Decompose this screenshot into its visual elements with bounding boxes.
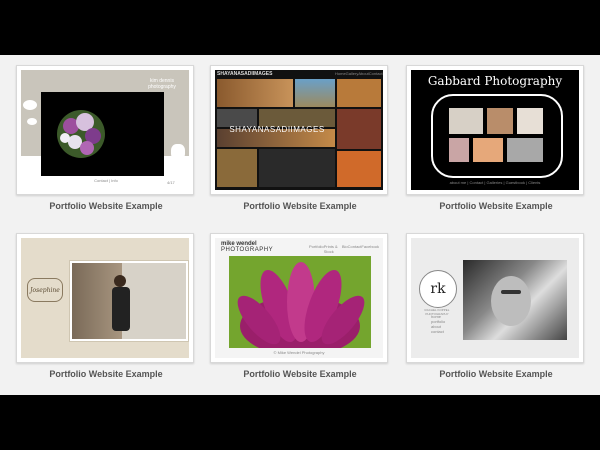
site-name: Josephine: [27, 278, 63, 302]
portfolio-caption[interactable]: Portfolio Website Example: [16, 369, 196, 379]
monogram: rk: [430, 281, 446, 297]
featured-photo: [229, 256, 371, 348]
nav-item[interactable]: Gallery: [346, 71, 359, 76]
photo-mosaic: SHAYANASADIIMAGES: [217, 79, 381, 187]
portfolio-thumbnail-4[interactable]: Josephine: [16, 233, 194, 363]
footer-text: © Mike Wendel Photography: [273, 350, 325, 355]
portfolio-thumbnail-5[interactable]: mike wendel PHOTOGRAPHY Portfolio Prints…: [210, 233, 388, 363]
side-menu: home portfolio about contact: [431, 314, 445, 334]
site-name: kim dennis photography: [148, 78, 176, 90]
portfolio-caption[interactable]: Portfolio Website Example: [406, 201, 586, 211]
site-name: mike wendel PHOTOGRAPHY: [221, 241, 274, 253]
nav-item[interactable]: Facebook: [361, 244, 379, 254]
portfolio-caption[interactable]: Portfolio Website Example: [406, 369, 586, 379]
portfolio-caption[interactable]: Portfolio Website Example: [210, 201, 390, 211]
portfolio-thumbnail-2[interactable]: SHAYANASADIIMAGES Home Gallery About Con…: [210, 65, 388, 195]
menu-item[interactable]: contact: [431, 329, 445, 334]
nav-item[interactable]: Prints & Stock: [324, 244, 342, 254]
overlay-title: SHAYANASADIIMAGES: [229, 125, 325, 134]
nav-item[interactable]: Home: [335, 71, 346, 76]
portfolio-caption[interactable]: Portfolio Website Example: [16, 201, 196, 211]
seal-logo: rk: [419, 270, 457, 308]
slideshow-image: [41, 92, 164, 176]
portfolio-thumbnail-6[interactable]: rk RACHEL KOPPEL PHOTOGRAPHY home portfo…: [406, 233, 584, 363]
gallery-panel: kim dennis photography Contact | Info 4/…: [0, 55, 600, 395]
portfolio-caption[interactable]: Portfolio Website Example: [210, 369, 390, 379]
nav-item[interactable]: Portfolio: [309, 244, 324, 254]
portfolio-thumbnail-3[interactable]: Gabbard Photography about me | Contact |…: [406, 65, 584, 195]
nav-item[interactable]: Contact: [369, 71, 383, 76]
featured-photo: [463, 260, 567, 340]
portfolio-thumbnail-1[interactable]: kim dennis photography Contact | Info 4/…: [16, 65, 194, 195]
site-name: Gabbard Photography: [427, 74, 563, 88]
site-name: SHAYANASADIIMAGES: [217, 71, 273, 77]
footer-links[interactable]: about me | Contact | Galleries | Guestbo…: [411, 180, 579, 185]
featured-photo: [69, 260, 189, 342]
nav-menu: Portfolio Prints & Stock Bio Contact Fac…: [309, 244, 379, 254]
footer-links[interactable]: Contact | Info: [81, 178, 131, 183]
nav-menu: Home Gallery About Contact: [335, 71, 383, 76]
ornate-frame: [431, 94, 563, 178]
nav-item[interactable]: About: [358, 71, 368, 76]
nav-item[interactable]: Contact: [348, 244, 362, 254]
page-marker: 4/17: [167, 180, 175, 185]
